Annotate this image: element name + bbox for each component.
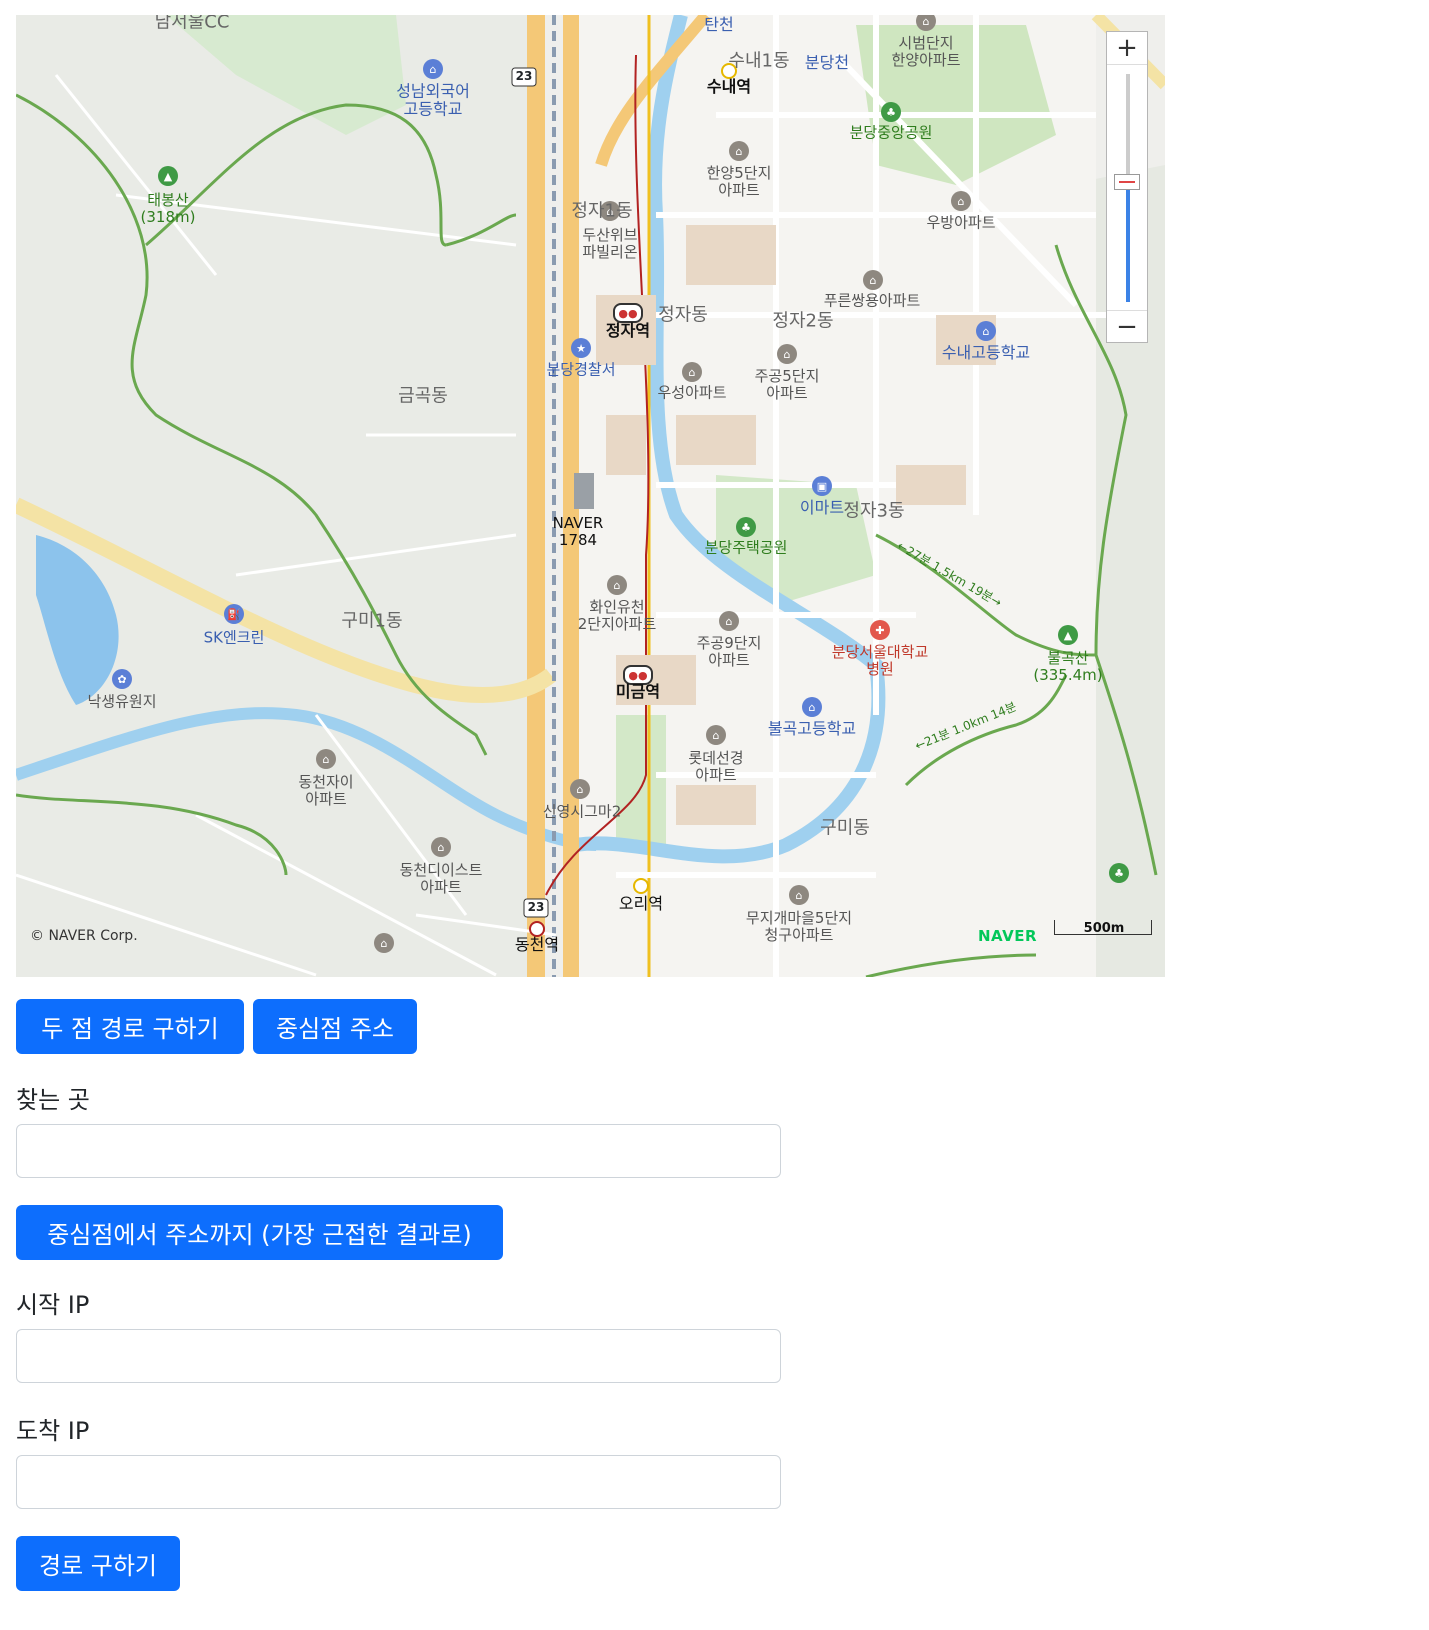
map-view[interactable]: 23 23 ⌂ ▲ ♣ ⌂ ⌂ ⌂ ⌂ ⌂ ⌂ ★ ⌂ ⌂ ▣ ♣ ⌂ ⌂ ✚ … [16, 15, 1165, 977]
map-label: 구미동 [820, 817, 870, 839]
end-ip-label: 도착 IP [16, 1417, 90, 1445]
map-label: 화인유천 2단지아파트 [577, 597, 657, 633]
apartment-icon[interactable]: ⌂ [729, 141, 749, 161]
map-label: 태봉산 (318m) [140, 190, 196, 226]
map-label: 분당서울대학교 병원 [831, 642, 929, 678]
mountain-icon[interactable]: ▲ [1058, 625, 1078, 645]
map-label: 동천디이스트 아파트 [399, 860, 483, 896]
map-label: 주공9단지 아파트 [696, 633, 762, 669]
route-two-points-button[interactable]: 두 점 경로 구하기 [16, 999, 244, 1054]
park-icon[interactable]: ♣ [736, 517, 756, 537]
map-label: NAVER 1784 [552, 513, 604, 549]
map-label: 정자동 [658, 304, 708, 326]
map-label: 남서울CC [154, 15, 230, 33]
map-label: 시범단지 한양아파트 [891, 33, 961, 69]
end-ip-input[interactable] [16, 1455, 781, 1509]
apartment-icon[interactable]: ⌂ [863, 270, 883, 290]
map-label: 불곡고등학교 [767, 718, 857, 738]
map-label: 성남외국어 고등학교 [396, 81, 470, 119]
park-icon[interactable]: ♣ [1109, 863, 1129, 883]
map-label: 구미1동 [341, 610, 403, 632]
map-label: 정자3동 [843, 500, 905, 522]
school-icon[interactable]: ⌂ [802, 697, 822, 717]
apartment-icon[interactable]: ⌂ [719, 611, 739, 631]
route-badge-23-bottom: 23 [527, 900, 545, 915]
map-copyright: © NAVER Corp. [30, 928, 138, 944]
map-label: 분당경찰서 [546, 360, 616, 379]
apartment-icon[interactable]: ⌂ [682, 362, 702, 382]
map-label: 이마트 [799, 497, 845, 517]
map-label: 주공5단지 아파트 [754, 366, 820, 402]
search-label: 찾는 곳 [16, 1086, 90, 1114]
map-label: 정자1동 [571, 200, 633, 222]
gas-station-icon[interactable]: ⛽ [224, 604, 244, 624]
zoom-in-button[interactable]: + [1107, 32, 1147, 65]
start-ip-label: 시작 IP [16, 1291, 90, 1319]
map-label: 미금역 [615, 681, 661, 701]
map-label: 수내고등학교 [941, 342, 1031, 362]
map-label: 분당천 [804, 52, 850, 72]
amusement-icon[interactable]: ✿ [112, 669, 132, 689]
map-label: 수내역 [706, 76, 752, 96]
zoom-out-button[interactable]: − [1107, 310, 1147, 343]
map-label: 정자역 [605, 320, 651, 340]
map-label: 무지개마을5단지 청구아파트 [745, 908, 853, 944]
map-label: 한양5단지 아파트 [706, 163, 772, 199]
map-label: 푸른쌍용아파트 [823, 291, 921, 310]
map-label: 분당중앙공원 [849, 123, 933, 142]
map-label: 낙생유원지 [87, 692, 157, 711]
hospital-icon[interactable]: ✚ [870, 620, 890, 640]
school-icon[interactable]: ⌂ [976, 321, 996, 341]
map-label: 두산위브 파빌리온 [582, 225, 638, 261]
map-label: 정자2동 [772, 310, 834, 332]
building-icon[interactable] [574, 473, 594, 509]
zoom-level-fill [1126, 187, 1130, 302]
map-label: 우성아파트 [657, 383, 727, 402]
shopping-cart-icon[interactable]: ▣ [812, 476, 832, 496]
apartment-icon[interactable]: ⌂ [777, 344, 797, 364]
map-label: 분당주택공원 [704, 538, 788, 557]
apartment-icon[interactable]: ⌂ [570, 779, 590, 799]
map-label: 오리역 [618, 893, 664, 913]
apartment-icon[interactable]: ⌂ [607, 575, 627, 595]
zoom-slider-handle[interactable] [1114, 174, 1140, 190]
police-icon[interactable]: ★ [571, 338, 591, 358]
find-route-button[interactable]: 경로 구하기 [16, 1536, 180, 1591]
map-label: 동천역 [514, 934, 560, 954]
apartment-icon[interactable]: ⌂ [706, 725, 726, 745]
apartment-icon[interactable]: ⌂ [431, 837, 451, 857]
apartment-icon[interactable]: ⌂ [316, 749, 336, 769]
zoom-control: + − [1106, 31, 1148, 343]
start-ip-input[interactable] [16, 1329, 781, 1383]
map-label: 동천자이 아파트 [298, 772, 354, 808]
map-label: 금곡동 [398, 385, 448, 407]
center-address-button[interactable]: 중심점 주소 [253, 999, 417, 1054]
route-badge-23-top: 23 [515, 69, 533, 84]
apartment-icon[interactable]: ⌂ [789, 885, 809, 905]
apartment-icon[interactable]: ⌂ [374, 933, 394, 953]
apartment-icon[interactable]: ⌂ [951, 191, 971, 211]
map-label: 탄천 [704, 15, 734, 34]
map-label: 수내1동 [728, 50, 790, 72]
school-icon[interactable]: ⌂ [423, 59, 443, 79]
map-label: SK엔크린 [203, 628, 265, 647]
map-label: 신영시그마2 [542, 802, 622, 821]
map-label: 우방아파트 [926, 213, 996, 232]
mountain-icon[interactable]: ▲ [158, 166, 178, 186]
center-to-address-button[interactable]: 중심점에서 주소까지 (가장 근접한 결과로) [16, 1205, 503, 1260]
scale-label: 500m [1083, 921, 1125, 936]
map-label: 불곡산 (335.4m) [1033, 648, 1103, 684]
naver-logo: NAVER [978, 927, 1038, 945]
map-label: 롯데선경 아파트 [688, 748, 744, 784]
park-icon[interactable]: ♣ [881, 102, 901, 122]
search-input[interactable] [16, 1124, 781, 1178]
subway-station-icon[interactable] [633, 878, 649, 894]
